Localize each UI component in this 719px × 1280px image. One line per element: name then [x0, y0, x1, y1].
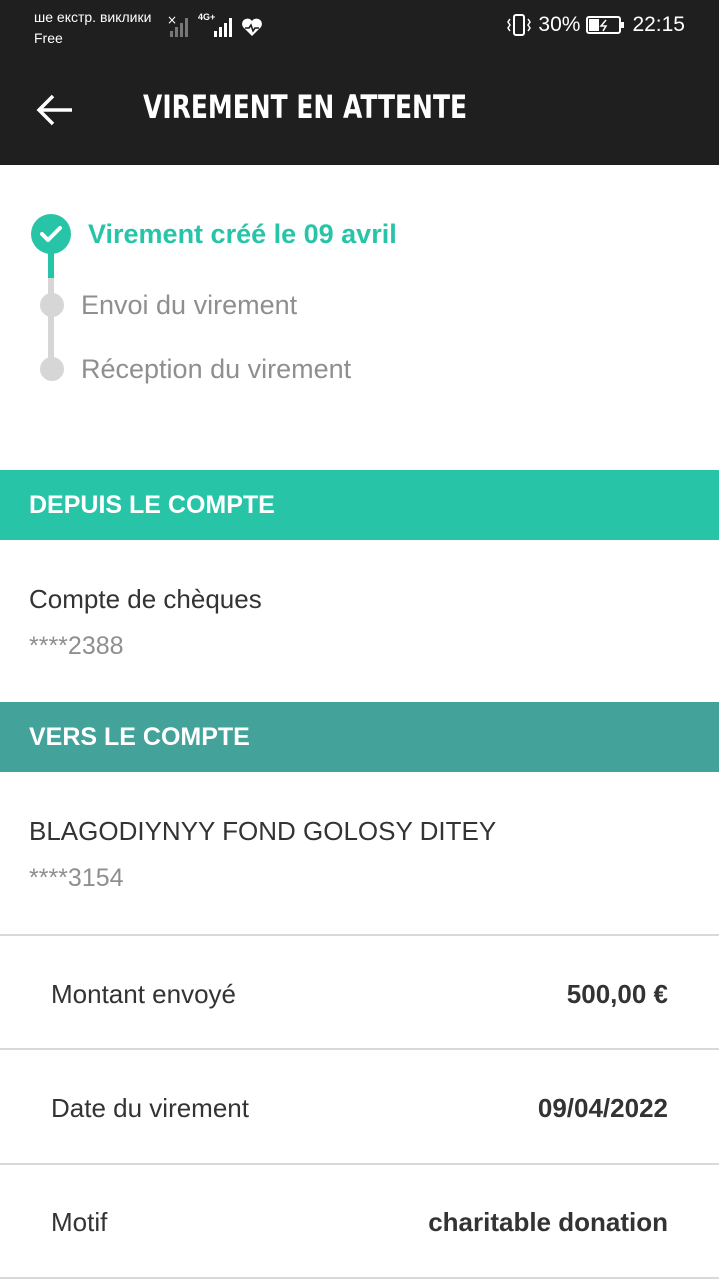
status-right: 30% 22:15 — [506, 13, 685, 37]
battery-icon — [586, 16, 625, 34]
check-icon — [31, 214, 71, 254]
vibrate-icon — [507, 14, 532, 36]
step-dot-icon — [40, 293, 64, 317]
step-receiving: Réception du virement — [81, 354, 352, 384]
battery-percent: 30% — [538, 13, 581, 36]
progress-line-active — [48, 250, 54, 278]
health-heart-icon — [242, 18, 262, 36]
step-created: Virement créé le 09 avril — [88, 219, 397, 249]
to-account-header-label: VERS LE COMPTE — [29, 723, 250, 751]
divider — [0, 1277, 719, 1279]
app-bar: VIREMENT EN ATTENTE — [0, 55, 719, 165]
date-value: 09/04/2022 — [537, 1093, 668, 1123]
no-signal-icon: × — [167, 13, 188, 37]
arrow-left-icon[interactable] — [36, 93, 74, 127]
to-account-header: VERS LE COMPTE — [0, 702, 719, 772]
carrier-text: ше екстр. виклики — [34, 9, 152, 25]
to-account-number: ****3154 — [29, 864, 124, 892]
to-account-name: BLAGODIYNYY FOND GOLOSY DITEY — [29, 816, 497, 846]
page-title: VIREMENT EN ATTENTE — [143, 88, 468, 126]
signal-icon — [214, 18, 232, 37]
divider — [0, 934, 719, 936]
step-sending: Envoi du virement — [81, 290, 298, 320]
from-account-name: Compte de chèques — [29, 584, 262, 614]
from-account-number: ****2388 — [29, 632, 124, 660]
reason-label: Motif — [51, 1207, 108, 1237]
carrier-name: Free — [34, 30, 63, 46]
amount-value: 500,00 € — [566, 979, 668, 1009]
svg-text:×: × — [167, 13, 177, 27]
transfer-progress-steps: Virement créé le 09 avril Envoi du virem… — [0, 165, 719, 470]
reason-value: charitable donation — [428, 1207, 668, 1237]
divider — [0, 1163, 719, 1165]
status-bar: ше екстр. виклики Free × 4G+ 30% 22:15 — [0, 0, 719, 55]
amount-label: Montant envoyé — [51, 979, 237, 1009]
step-dot-icon — [40, 357, 64, 381]
divider — [0, 1048, 719, 1050]
from-account-header-label: DEPUIS LE COMPTE — [29, 491, 275, 519]
clock: 22:15 — [632, 13, 685, 36]
from-account-header: DEPUIS LE COMPTE — [0, 470, 719, 540]
date-label: Date du virement — [51, 1093, 249, 1123]
